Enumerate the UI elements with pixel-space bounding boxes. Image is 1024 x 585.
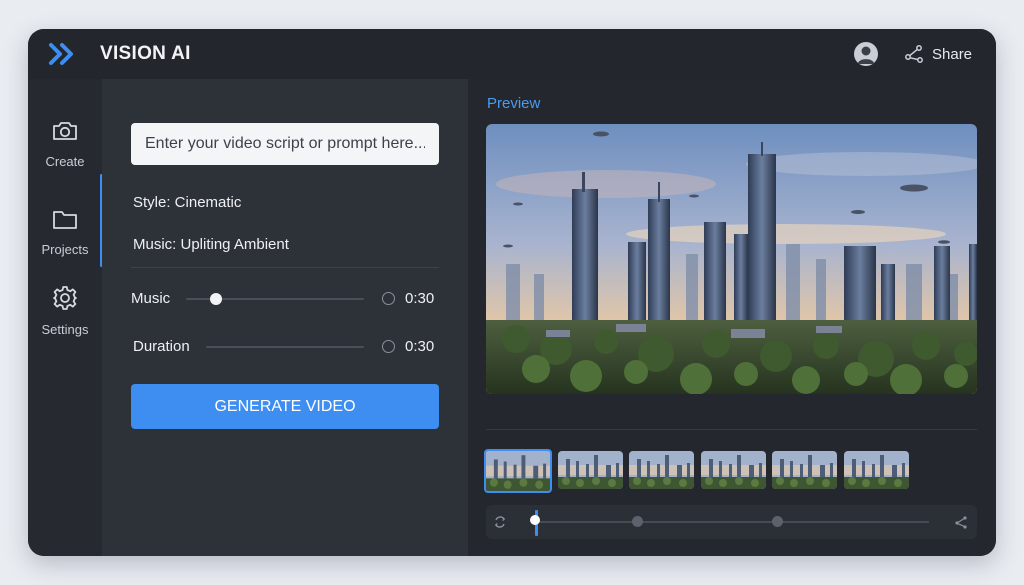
timeline-track[interactable] — [539, 521, 929, 523]
slider-value: 0:30 — [405, 338, 435, 355]
playhead-knob[interactable] — [530, 515, 540, 525]
preview-image[interactable] — [486, 124, 977, 394]
share-label: Share — [932, 45, 973, 63]
video-thumbnail[interactable] — [772, 451, 837, 489]
timeline-keyframe[interactable] — [772, 516, 783, 527]
video-thumbnail[interactable] — [484, 449, 552, 493]
share-button[interactable]: Share — [904, 42, 972, 66]
video-thumbnail[interactable] — [557, 451, 623, 489]
chevrons-logo-icon — [49, 43, 73, 65]
style-option[interactable]: Style: Cinematic — [133, 194, 241, 211]
divider — [131, 267, 439, 268]
sidebar-item-projects[interactable]: Projects — [28, 207, 102, 257]
gear-icon — [53, 286, 77, 310]
title-bar: VISION AI Share — [28, 29, 996, 79]
sidebar-item-settings[interactable]: Settings — [28, 285, 102, 337]
app-title: VISION AI — [100, 43, 191, 64]
timeline-keyframe[interactable] — [632, 516, 643, 527]
app-window: VISION AI Share Create Projects Settings… — [28, 29, 996, 556]
sidebar-item-create[interactable]: Create — [28, 119, 102, 169]
share-icon[interactable] — [954, 515, 968, 529]
sidebar-item-label: Settings — [41, 322, 89, 337]
music-slider-thumb[interactable] — [210, 293, 223, 305]
preview-title: Preview — [487, 95, 541, 112]
slider-label: Duration — [133, 338, 190, 355]
video-thumbnail[interactable] — [843, 451, 909, 489]
prompt-input[interactable] — [131, 123, 439, 165]
share-icon — [905, 45, 923, 63]
duration-slider-track[interactable] — [206, 346, 364, 348]
slider-value: 0:30 — [405, 290, 435, 307]
duration-slider-row: Duration 0:30 — [131, 335, 441, 359]
circle-icon[interactable] — [382, 340, 395, 353]
camera-icon — [53, 122, 77, 140]
slider-label: Music — [131, 290, 171, 307]
music-option[interactable]: Music: Upliting Ambient — [133, 236, 289, 253]
music-slider-row: Music 0:30 — [131, 287, 441, 311]
loop-icon[interactable] — [492, 514, 508, 530]
timeline-bar — [486, 505, 977, 539]
circle-icon — [382, 292, 395, 305]
user-avatar-icon[interactable] — [854, 42, 878, 66]
preview-panel: Preview — [468, 79, 996, 556]
divider — [486, 429, 977, 430]
editor-panel: Style: Cinematic Music: Upliting Ambient… — [102, 79, 468, 556]
video-thumbnail[interactable] — [629, 451, 694, 489]
video-thumbnail[interactable] — [700, 451, 766, 489]
folder-icon — [53, 211, 77, 229]
generate-video-button[interactable]: GENERATE VIDEO — [131, 384, 439, 429]
sidebar: Create Projects Settings — [28, 79, 103, 556]
sidebar-item-label: Projects — [41, 242, 89, 257]
sidebar-item-label: Create — [45, 154, 85, 169]
